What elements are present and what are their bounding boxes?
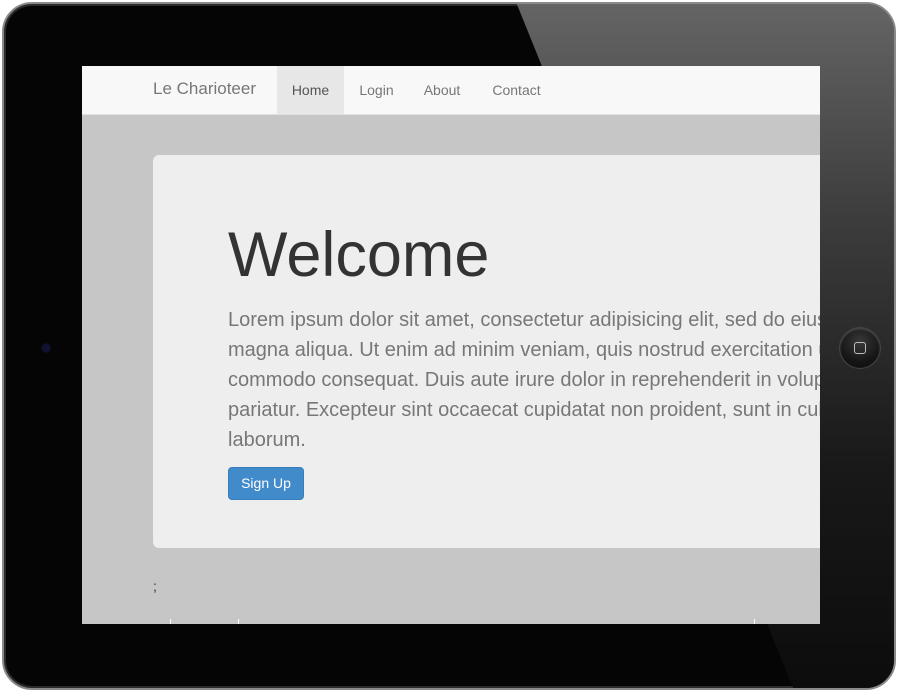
intro-text-line: pariatur. Excepteur sint occaecat cupida… [228,399,820,421]
sign-up-button[interactable]: Sign Up [228,467,304,500]
intro-text-line: Lorem ipsum dolor sit amet, consectetur … [228,309,820,331]
home-square-icon [854,342,866,354]
nav-item-about[interactable]: About [409,66,475,114]
divider-tick [170,619,171,624]
nav-item-home[interactable]: Home [277,66,344,114]
intro-text-line: laborum. [228,429,306,451]
navbar-brand[interactable]: Le Charioteer [153,79,256,99]
camera-icon [42,344,50,352]
home-button-icon[interactable] [840,328,880,368]
stray-text: ; [153,578,157,594]
page-title: Welcome [228,220,490,290]
intro-text-line: commodo consequat. Duis aute irure dolor… [228,369,820,391]
tablet-screen: Le Charioteer Home Login About Contact W… [82,66,820,624]
nav-item-contact[interactable]: Contact [475,66,558,114]
divider-tick [754,619,755,624]
divider-tick [238,619,239,624]
intro-text-line: magna aliqua. Ut enim ad minim veniam, q… [228,339,820,361]
jumbotron: Welcome Lorem ipsum dolor sit amet, cons… [153,155,820,548]
nav-item-login[interactable]: Login [344,66,409,114]
navbar: Le Charioteer Home Login About Contact [82,66,820,115]
intro-text: Lorem ipsum dolor sit amet, consectetur … [228,305,820,455]
